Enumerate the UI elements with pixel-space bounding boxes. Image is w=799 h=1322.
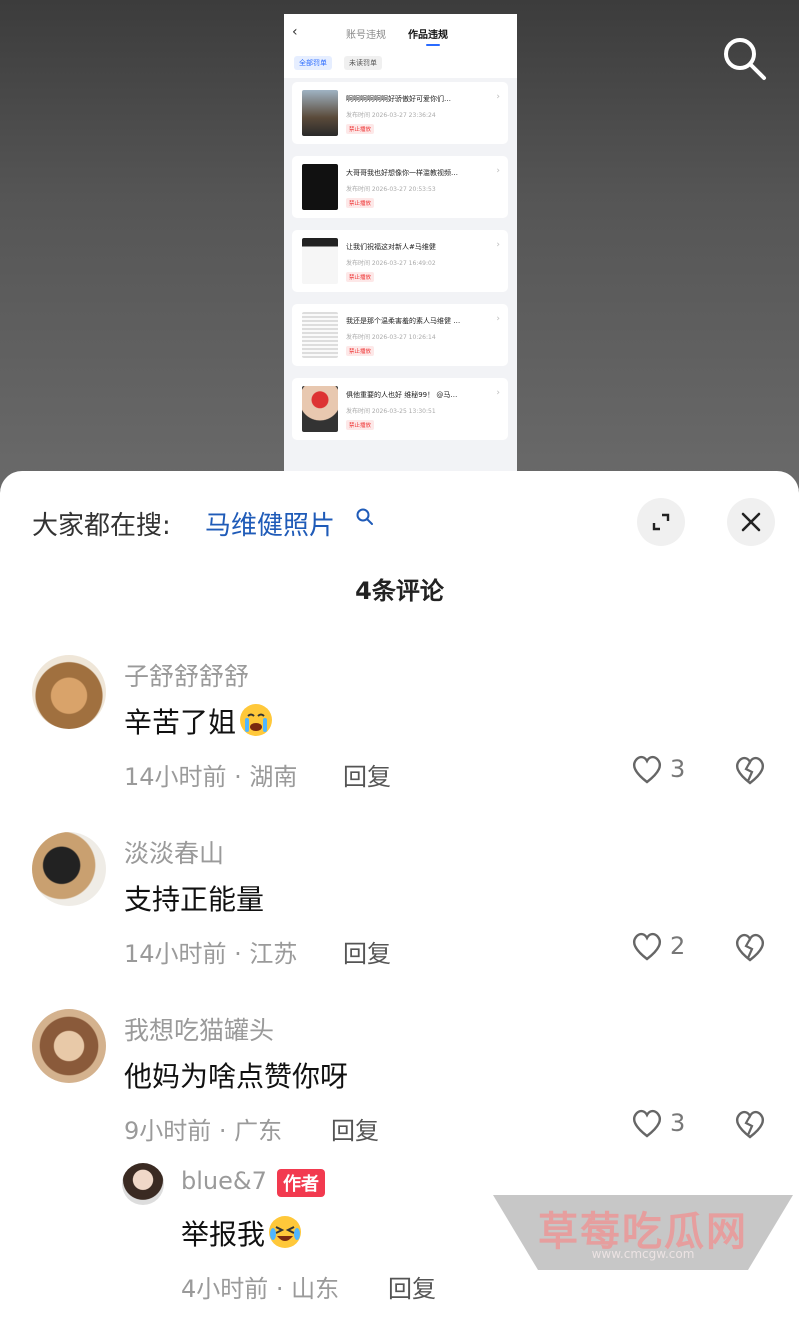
- comment-meta: 14小时前 · 湖南: [124, 763, 298, 791]
- close-button[interactable]: [727, 498, 775, 546]
- comment-count: 4条评论: [355, 577, 444, 605]
- card-badge: 禁止播放: [346, 198, 375, 208]
- violation-card: 让我们祝福这对新人#马维健 发布时间 2026-03-27 16:49:02 禁…: [292, 230, 508, 292]
- crying-emoji-icon: [240, 704, 273, 736]
- reply-button[interactable]: 回复: [343, 757, 391, 792]
- card-time: 发布时间 2026-03-27 23:36:24: [346, 112, 436, 119]
- search-icon[interactable]: [355, 507, 375, 527]
- card-title: 俱他重要的人也好 维秘99！ @马…: [346, 391, 458, 399]
- heart-icon: [633, 932, 661, 961]
- comment-text: 支持正能量: [124, 883, 265, 916]
- author-badge: 作者: [277, 1169, 325, 1197]
- watermark-url: www.cmcgw.com: [591, 1247, 695, 1261]
- card-badge: 禁止播放: [346, 346, 375, 356]
- card-badge: 禁止播放: [346, 420, 375, 430]
- like-button[interactable]: 3: [630, 753, 690, 789]
- comment-meta: 14小时前 · 江苏: [124, 940, 298, 968]
- card-time: 发布时间 2026-03-25 13:30:51: [346, 408, 436, 415]
- like-count: 3: [670, 755, 686, 783]
- comment-username[interactable]: 子舒舒舒舒: [124, 657, 249, 693]
- card-badge: 禁止播放: [346, 124, 375, 134]
- card-badge: 禁止播放: [346, 272, 375, 282]
- comment-username[interactable]: 我想吃猫罐头: [124, 1011, 274, 1047]
- reply-username[interactable]: blue&7: [181, 1167, 267, 1195]
- card-thumbnail: [302, 238, 338, 284]
- reply-meta: 4小时前 · 山东: [181, 1275, 340, 1303]
- comment-text: 他妈为啥点赞你呀: [124, 1060, 349, 1093]
- comment-username[interactable]: 淡淡春山: [124, 834, 224, 870]
- card-thumbnail: [302, 90, 338, 136]
- hot-search-label: 大家都在搜:: [32, 511, 171, 541]
- comment-text-content: 辛苦了姐: [124, 706, 237, 739]
- screenshot-tabs: ‹ 账号违规 作品违规: [284, 14, 517, 54]
- card-thumbnail: [302, 312, 338, 358]
- card-title: 啊啊啊啊啊啊好骄傲好可爱你们…: [346, 95, 451, 103]
- embedded-screenshot: ‹ 账号违规 作品违规 全部罚单 未读罚单 啊啊啊啊啊啊好骄傲好可爱你们… 发布…: [284, 14, 517, 474]
- back-icon: ‹: [292, 24, 298, 40]
- like-count: 2: [670, 932, 686, 960]
- card-time: 发布时间 2026-03-27 10:26:14: [346, 334, 436, 341]
- tab-work-violations: 作品违规: [408, 30, 448, 41]
- broken-heart-icon[interactable]: [733, 753, 767, 787]
- avatar[interactable]: [32, 832, 106, 906]
- chevron-right-icon: ›: [496, 240, 500, 250]
- card-time: 发布时间 2026-03-27 16:49:02: [346, 260, 436, 267]
- like-count: 3: [670, 1109, 686, 1137]
- filter-all: 全部罚单: [294, 56, 332, 70]
- like-button[interactable]: 3: [630, 1107, 690, 1143]
- violation-card: 我还是那个温柔害羞的素人马维健 … 发布时间 2026-03-27 10:26:…: [292, 304, 508, 366]
- violation-card: 啊啊啊啊啊啊好骄傲好可爱你们… 发布时间 2026-03-27 23:36:24…: [292, 82, 508, 144]
- reply-button[interactable]: 回复: [388, 1269, 436, 1304]
- heart-icon: [633, 755, 661, 784]
- screenshot-filters: 全部罚单 未读罚单: [284, 54, 517, 78]
- violation-card: 俱他重要的人也好 维秘99！ @马… 发布时间 2026-03-25 13:30…: [292, 378, 508, 440]
- card-title: 让我们祝福这对新人#马维健: [346, 243, 436, 251]
- chevron-right-icon: ›: [496, 166, 500, 176]
- avatar[interactable]: [32, 655, 106, 729]
- laughing-crying-emoji-icon: [269, 1216, 302, 1248]
- filter-unread: 未读罚单: [344, 56, 382, 70]
- broken-heart-icon[interactable]: [733, 930, 767, 964]
- reply-button[interactable]: 回复: [343, 934, 391, 969]
- avatar[interactable]: [32, 1009, 106, 1083]
- chevron-right-icon: ›: [496, 314, 500, 324]
- tab-underline: [426, 44, 440, 46]
- tab-account-violations: 账号违规: [346, 30, 386, 41]
- watermark: 草莓吃瓜网 www.cmcgw.com: [493, 1195, 793, 1270]
- chevron-right-icon: ›: [496, 92, 500, 102]
- card-time: 发布时间 2026-03-27 20:53:53: [346, 186, 436, 193]
- reply-text-content: 举报我: [181, 1218, 266, 1251]
- search-icon[interactable]: [720, 34, 768, 82]
- violation-card: 大哥哥我也好想像你一样滥教视频… 发布时间 2026-03-27 20:53:5…: [292, 156, 508, 218]
- reply-text: 举报我: [181, 1213, 303, 1253]
- broken-heart-icon[interactable]: [733, 1107, 767, 1141]
- comment-text: 辛苦了姐: [124, 701, 274, 741]
- avatar[interactable]: [122, 1163, 164, 1205]
- expand-button[interactable]: [637, 498, 685, 546]
- comment-meta: 9小时前 · 广东: [124, 1117, 283, 1145]
- card-title: 我还是那个温柔害羞的素人马维健 …: [346, 317, 461, 325]
- card-thumbnail: [302, 164, 338, 210]
- heart-icon: [633, 1109, 661, 1138]
- like-button[interactable]: 2: [630, 930, 690, 966]
- chevron-right-icon: ›: [496, 388, 500, 398]
- hot-search-query[interactable]: 马维健照片: [205, 505, 335, 542]
- expand-icon: [652, 513, 670, 531]
- card-title: 大哥哥我也好想像你一样滥教视频…: [346, 169, 458, 177]
- close-icon: [741, 512, 761, 532]
- reply-button[interactable]: 回复: [331, 1111, 379, 1146]
- card-thumbnail: [302, 386, 338, 432]
